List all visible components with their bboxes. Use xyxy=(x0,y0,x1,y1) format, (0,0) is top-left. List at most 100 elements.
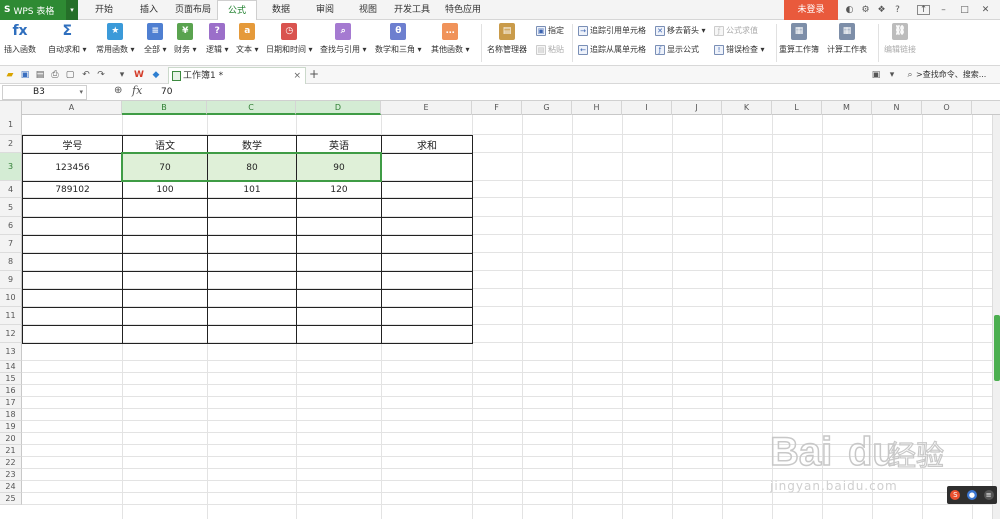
column-header[interactable]: I xyxy=(622,101,672,115)
row-header[interactable]: 20 xyxy=(0,433,22,445)
chevron-down-icon[interactable]: ▾ xyxy=(66,0,78,20)
app-menu-button[interactable]: S WPS 表格 ▾ xyxy=(0,0,78,20)
search-icon[interactable]: ⌕ xyxy=(904,69,916,81)
ribbon-button[interactable]: ¥ 财务 ▾ xyxy=(174,23,197,55)
menu-tab[interactable]: 插入 xyxy=(132,0,166,20)
table-header-cell[interactable]: 学号 xyxy=(23,136,122,153)
ribbon-button[interactable]: … 其他函数 ▾ xyxy=(431,23,470,55)
sogou-ime-icon[interactable]: S xyxy=(950,490,961,500)
column-header[interactable]: A xyxy=(22,101,122,115)
table-cell[interactable]: 90 xyxy=(297,154,381,181)
row-header[interactable]: 15 xyxy=(0,373,22,385)
close-tab-icon[interactable]: × xyxy=(293,68,301,84)
trace-precedents-button[interactable]: → 追踪引用单元格 xyxy=(578,25,646,36)
maximize-icon[interactable]: □ xyxy=(958,4,971,16)
formula-input[interactable]: 70 xyxy=(157,85,993,100)
undo-icon[interactable]: ↶ xyxy=(80,69,92,81)
table-cell[interactable]: 120 xyxy=(297,182,381,198)
document-tab[interactable]: 工作簿1 * × xyxy=(168,67,306,84)
wps-home-icon[interactable]: W xyxy=(133,69,145,81)
column-header[interactable]: F xyxy=(472,101,522,115)
error-check-button[interactable]: ! 错误检查 ▾ xyxy=(714,44,765,55)
ime-toolbar[interactable]: S ● ≡ xyxy=(947,486,997,504)
menu-tab[interactable]: 视图 xyxy=(350,0,386,20)
remove-arrows-button[interactable]: ✕ 移去箭头 ▾ xyxy=(655,25,706,36)
help-icon[interactable]: ? xyxy=(891,4,904,16)
row-header[interactable]: 1 xyxy=(0,115,22,135)
column-header[interactable]: E xyxy=(381,101,472,115)
column-header[interactable]: C xyxy=(207,101,296,115)
row-header[interactable]: 23 xyxy=(0,469,22,481)
save-icon[interactable]: ▣ xyxy=(19,69,31,81)
row-header[interactable]: 3 xyxy=(0,153,22,181)
column-header[interactable]: D xyxy=(296,101,381,115)
ribbon-button[interactable]: Σ 自动求和 ▾ xyxy=(48,23,87,55)
column-header[interactable]: N xyxy=(872,101,922,115)
ribbon-button[interactable]: ? 逻辑 ▾ xyxy=(206,23,229,55)
ribbon-button[interactable]: ▦ 计算工作表 xyxy=(827,23,867,55)
name-box[interactable]: B3 ▾ xyxy=(2,85,87,100)
print-preview-icon[interactable]: ▢ xyxy=(64,69,76,81)
show-formulas-button[interactable]: ƒ 显示公式 xyxy=(655,44,699,55)
row-header[interactable]: 19 xyxy=(0,421,22,433)
restore-window-icon[interactable]: ↑ xyxy=(917,5,930,15)
ribbon-button[interactable]: ⌕ 查找与引用 ▾ xyxy=(320,23,367,55)
redo-icon[interactable]: ↷ xyxy=(95,69,107,81)
ribbon-button[interactable]: ◷ 日期和时间 ▾ xyxy=(266,23,313,55)
table-cell[interactable]: 123456 xyxy=(23,154,122,181)
row-header[interactable]: 18 xyxy=(0,409,22,421)
row-header[interactable]: 13 xyxy=(0,343,22,361)
vertical-scrollbar[interactable] xyxy=(992,115,1000,519)
select-all-corner[interactable] xyxy=(0,101,22,115)
table-cell[interactable] xyxy=(382,154,472,181)
row-header[interactable]: 7 xyxy=(0,235,22,253)
ime-menu-icon[interactable]: ≡ xyxy=(983,490,994,500)
ime-settings-icon[interactable]: ● xyxy=(966,490,977,500)
row-header[interactable]: 12 xyxy=(0,325,22,343)
customize-chevron-icon[interactable]: ▾ xyxy=(116,69,128,81)
evaluate-formula-button[interactable]: ƒ 公式求值 xyxy=(714,25,758,36)
zoom-magnifier-icon[interactable]: ⊕ xyxy=(114,85,122,96)
menu-tab[interactable]: 数据 xyxy=(262,0,300,20)
skin-icon[interactable]: ▣ xyxy=(870,69,882,81)
settings-icon[interactable]: ⚙ xyxy=(859,4,872,16)
print-icon[interactable]: ⎙ xyxy=(49,69,61,81)
row-header[interactable]: 21 xyxy=(0,445,22,457)
trace-dependents-button[interactable]: ← 追踪从属单元格 xyxy=(578,44,646,55)
scrollbar-thumb[interactable] xyxy=(994,315,1000,381)
table-cell[interactable] xyxy=(382,182,472,198)
menu-tab[interactable]: 特色应用 xyxy=(438,0,488,20)
column-header[interactable]: M xyxy=(822,101,872,115)
column-header[interactable]: G xyxy=(522,101,572,115)
row-header[interactable]: 5 xyxy=(0,198,22,217)
ribbon-button[interactable]: ⛓ 编辑链接 xyxy=(884,23,916,55)
add-tab-icon[interactable]: + xyxy=(309,67,319,81)
table-header-cell[interactable]: 数学 xyxy=(208,136,296,153)
row-header[interactable]: 4 xyxy=(0,181,22,198)
ribbon-button[interactable]: ▦ 重算工作簿 xyxy=(779,23,819,55)
skin-icon[interactable]: ◐ xyxy=(843,4,856,16)
column-header[interactable]: J xyxy=(672,101,722,115)
row-header[interactable]: 16 xyxy=(0,385,22,397)
chevron-down-icon[interactable]: ▾ xyxy=(79,86,83,99)
minimize-icon[interactable]: – xyxy=(937,4,950,16)
row-header[interactable]: 9 xyxy=(0,271,22,289)
save-as-icon[interactable]: ▤ xyxy=(34,69,46,81)
menu-tab[interactable]: 页面布局 xyxy=(170,0,216,20)
column-header[interactable]: H xyxy=(572,101,622,115)
command-search-input[interactable]: >查找命令、搜索... xyxy=(916,69,986,80)
ribbon-button[interactable]: fx 插入函数 xyxy=(4,23,36,55)
column-header[interactable]: K xyxy=(722,101,772,115)
table-cell[interactable]: 80 xyxy=(208,154,296,181)
menu-tab[interactable]: 开发工具 xyxy=(388,0,436,20)
table-header-cell[interactable]: 语文 xyxy=(123,136,207,153)
menu-tab[interactable]: 审阅 xyxy=(305,0,345,20)
row-header[interactable]: 10 xyxy=(0,289,22,307)
close-icon[interactable]: ✕ xyxy=(979,4,992,16)
table-cell[interactable]: 101 xyxy=(208,182,296,198)
ribbon-button[interactable]: a 文本 ▾ xyxy=(236,23,259,55)
ribbon-button[interactable]: ★ 常用函数 ▾ xyxy=(96,23,135,55)
row-header[interactable]: 6 xyxy=(0,217,22,235)
table-cell[interactable]: 70 xyxy=(123,154,207,181)
table-cell[interactable]: 100 xyxy=(123,182,207,198)
